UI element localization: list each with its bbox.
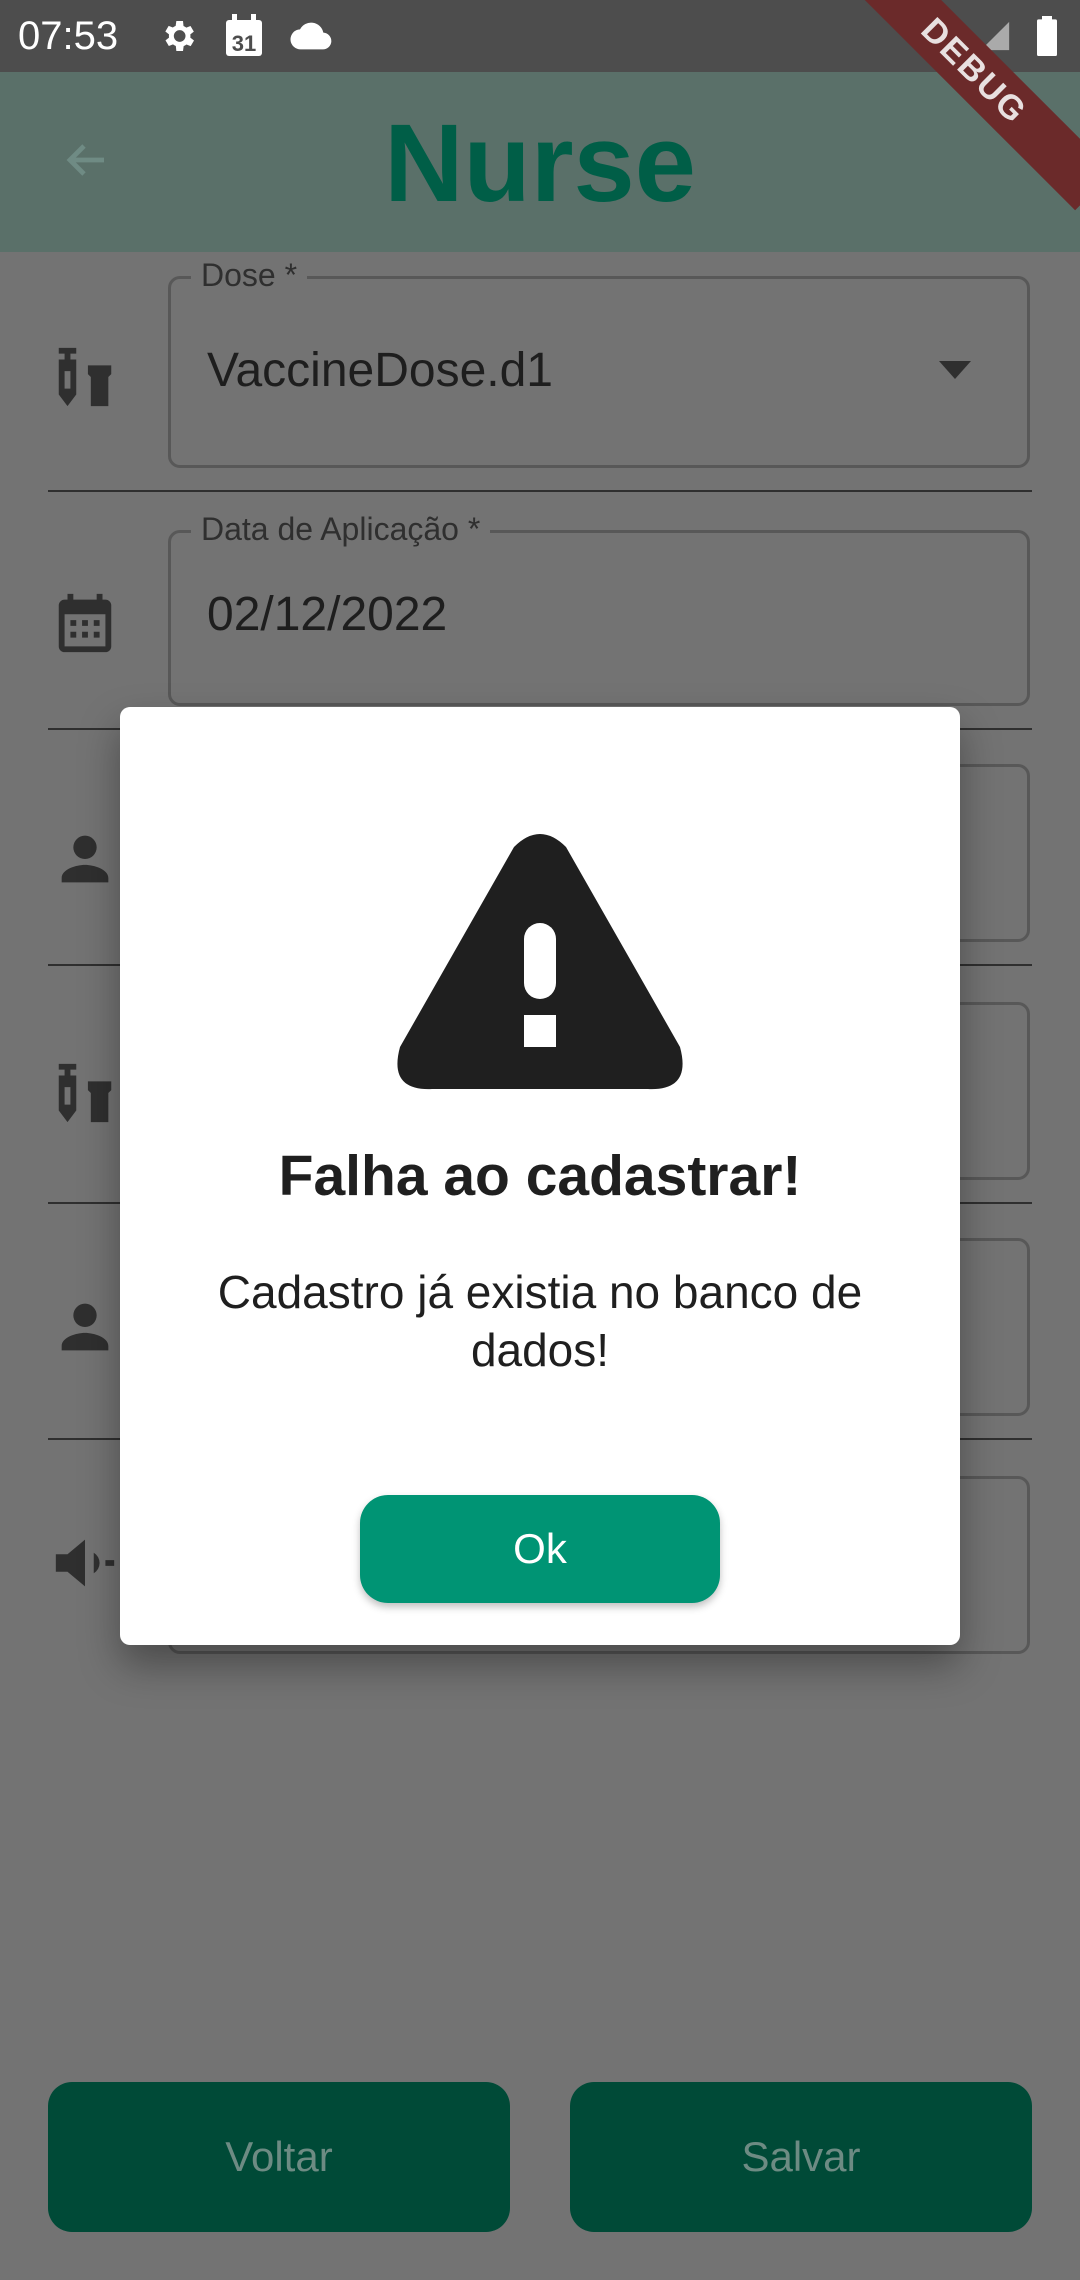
vaccine-icon: [58, 1063, 112, 1123]
dose-label: Dose *: [191, 257, 308, 294]
warning-icon: [397, 834, 683, 1090]
dose-dropdown[interactable]: Dose * VaccineDose.d1: [168, 257, 1030, 468]
calendar-icon: 31: [224, 14, 264, 58]
gear-icon: [165, 21, 194, 51]
application-date-value: 02/12/2022: [207, 588, 448, 641]
dialog-message: Cadastro já existia no banco de dados!: [217, 1266, 863, 1376]
campaign-icon: [55, 1539, 115, 1587]
chevron-down-icon[interactable]: [939, 361, 971, 379]
save-button[interactable]: Salvar: [570, 2082, 1032, 2232]
status-time: 07:53: [18, 14, 119, 58]
vaccine-icon: [58, 347, 112, 407]
battery-icon: [1037, 16, 1057, 56]
calendar-day: 31: [232, 31, 256, 56]
calendar-icon: [58, 593, 112, 653]
person-icon: [61, 835, 109, 883]
divider: [48, 490, 1032, 492]
page-title: Nurse: [384, 102, 696, 225]
application-date-label: Data de Aplicação *: [191, 511, 491, 548]
dialog-title: Falha ao cadastrar!: [278, 1144, 802, 1208]
error-dialog: Falha ao cadastrar! Cadastro já existia …: [120, 707, 960, 1645]
back-button[interactable]: Voltar: [48, 2082, 510, 2232]
cloud-icon: [290, 22, 332, 50]
application-date-field[interactable]: Data de Aplicação * 02/12/2022: [168, 511, 1030, 706]
person-icon: [61, 1303, 109, 1351]
ok-button[interactable]: Ok: [360, 1495, 720, 1603]
dose-value: VaccineDose.d1: [207, 344, 553, 397]
